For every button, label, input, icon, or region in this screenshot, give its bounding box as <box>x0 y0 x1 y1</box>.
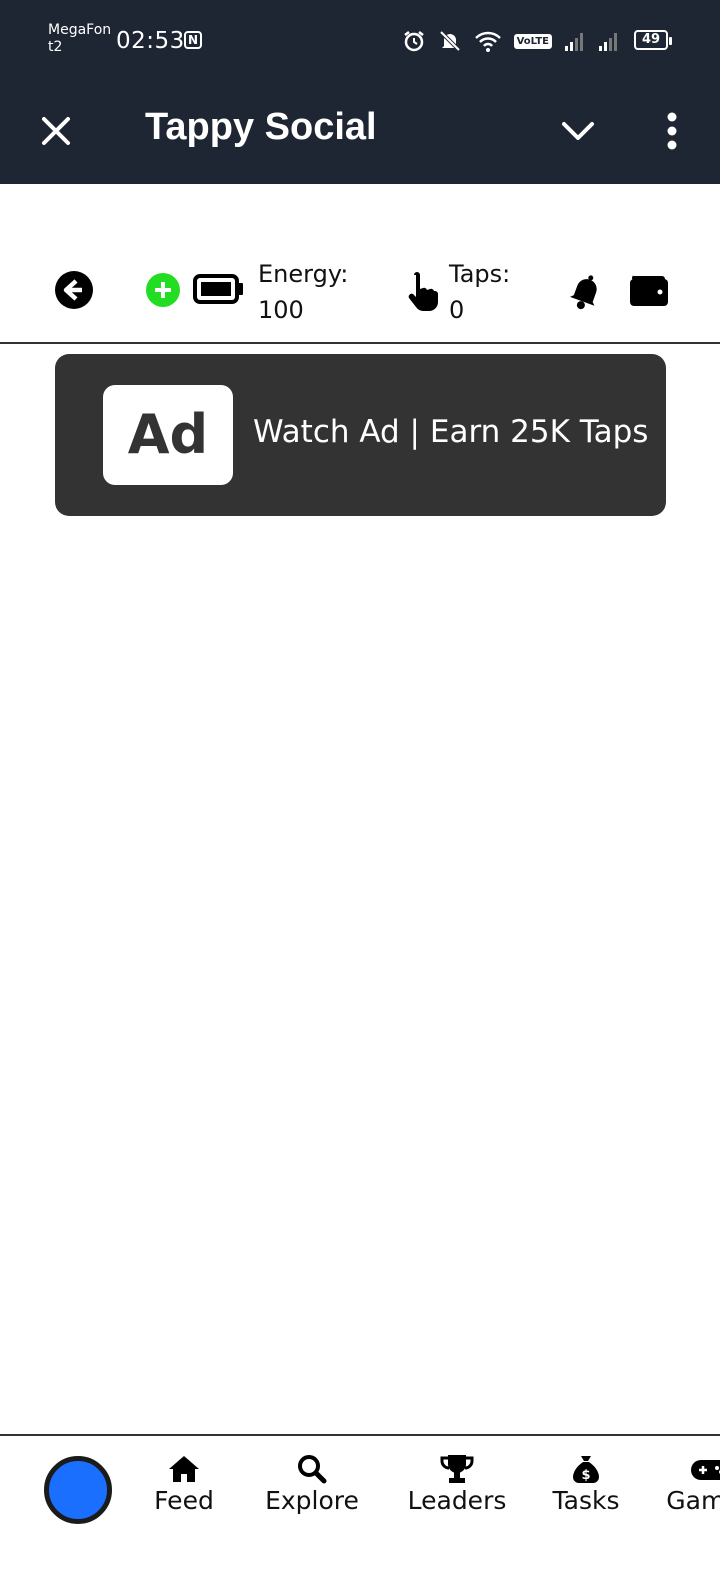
wifi-icon <box>474 31 501 52</box>
nav-leaders-label: Leaders <box>407 1486 507 1515</box>
search-icon <box>298 1455 327 1484</box>
back-button[interactable] <box>54 270 94 310</box>
nfc-icon: N <box>184 31 202 49</box>
nav-explore[interactable]: Explore <box>262 1454 362 1518</box>
notifications-button[interactable] <box>566 271 606 311</box>
carrier-name: MegaFon <box>48 22 112 38</box>
volte-badge: VoLTE <box>513 33 552 49</box>
wallet-icon <box>630 275 668 306</box>
watch-ad-text: Watch Ad | Earn 25K Taps <box>253 414 649 450</box>
money-bag-icon: $ <box>573 1456 599 1483</box>
taps-counter: Taps: 0 <box>449 256 510 328</box>
svg-text:$: $ <box>581 1468 590 1483</box>
watch-ad-banner[interactable]: Ad Watch Ad | Earn 25K Taps <box>55 354 666 516</box>
energy-value: 100 <box>258 296 304 324</box>
battery-full-icon <box>193 274 243 304</box>
status-icons: VoLTE <box>402 28 620 54</box>
plus-circle-icon <box>146 273 180 307</box>
stats-bar: Energy: 100 Taps: 0 <box>0 248 720 344</box>
nav-tasks[interactable]: $ Tasks <box>548 1454 624 1518</box>
chevron-down-icon <box>562 122 594 140</box>
more-menu-button[interactable] <box>652 109 692 153</box>
nav-feed-label: Feed <box>154 1486 214 1515</box>
nav-feed[interactable]: Feed <box>150 1454 218 1518</box>
status-time: 02:53 <box>116 28 185 54</box>
gamepad-icon <box>691 1460 720 1480</box>
battery-indicator: 49 <box>634 30 672 50</box>
taps-value: 0 <box>449 296 465 324</box>
carrier-label: MegaFon t2 <box>48 22 111 56</box>
hand-pointer-icon <box>408 272 438 311</box>
wallet-button[interactable] <box>628 272 670 308</box>
mute-bell-icon <box>439 30 460 52</box>
add-energy-button[interactable] <box>146 273 180 307</box>
trophy-icon <box>440 1455 474 1483</box>
nav-tasks-label: Tasks <box>552 1486 620 1515</box>
signal-1-icon <box>565 33 583 51</box>
nav-games[interactable]: Games <box>665 1454 720 1518</box>
energy-label-text: Energy: <box>258 260 349 288</box>
more-vertical-icon <box>667 112 677 150</box>
bottom-nav: Feed Explore Leaders $ Tasks Games <box>0 1434 720 1594</box>
home-icon <box>169 1456 199 1482</box>
avatar[interactable] <box>44 1456 112 1524</box>
bell-icon <box>570 275 597 310</box>
app-title: Tappy Social <box>145 106 377 148</box>
status-bar: MegaFon t2 02:53 N VoLTE 49 <box>0 0 720 84</box>
alarm-icon <box>403 31 424 52</box>
ad-logo: Ad <box>103 385 233 485</box>
nav-games-label: Games <box>666 1486 720 1515</box>
close-icon <box>42 117 70 145</box>
nav-leaders[interactable]: Leaders <box>405 1454 509 1518</box>
collapse-button[interactable] <box>558 111 598 151</box>
carrier-secondary: t2 <box>48 39 63 55</box>
nav-explore-label: Explore <box>265 1486 359 1515</box>
app-bar: Tappy Social <box>0 84 720 184</box>
arrow-left-circle-icon <box>55 271 93 309</box>
energy-counter: Energy: 100 <box>258 256 348 328</box>
taps-label-text: Taps: <box>449 260 511 288</box>
close-button[interactable] <box>36 111 76 151</box>
signal-2-icon <box>599 33 617 51</box>
